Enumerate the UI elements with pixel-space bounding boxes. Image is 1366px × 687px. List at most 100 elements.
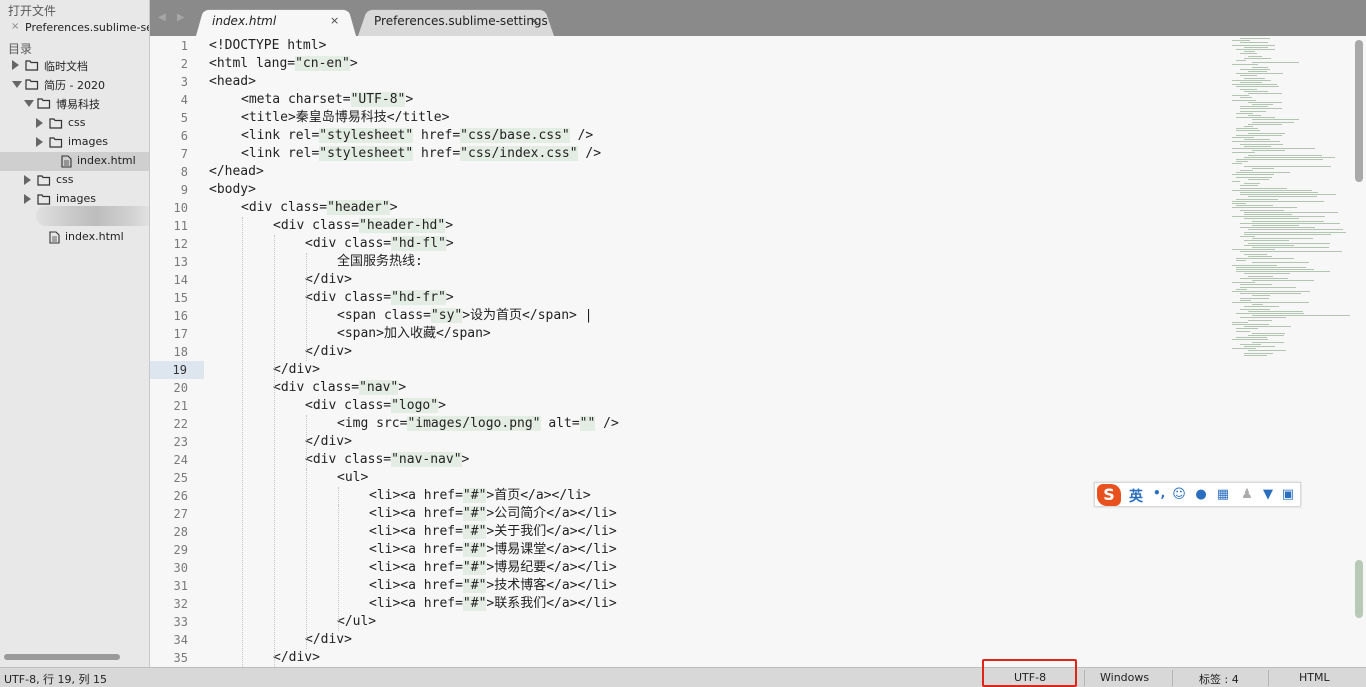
chevron-right-icon[interactable]: [36, 137, 43, 147]
line-number: 19: [150, 361, 204, 379]
code-line[interactable]: <link rel="stylesheet" href="css/index.c…: [241, 145, 601, 163]
user-icon[interactable]: ♟: [1240, 488, 1254, 502]
file-icon: [61, 155, 72, 171]
code-line[interactable]: </ul>: [337, 613, 376, 631]
ime-mode-toggle[interactable]: 英: [1129, 486, 1143, 506]
tree-item-label: images: [56, 192, 96, 205]
line-number: 30: [173, 561, 188, 575]
tree-folder-item[interactable]: 博易科技: [0, 94, 149, 113]
close-icon[interactable]: ×: [330, 14, 339, 27]
mic-icon[interactable]: ●: [1194, 488, 1208, 502]
code-line[interactable]: </div>: [305, 631, 352, 649]
code-editor[interactable]: 1 2 3 4 5 6 7 8 9 10 11 12 13 14 15 16 17 18 19 20 21 22 23 24 2…: [150, 36, 1366, 667]
code-line[interactable]: </head>: [209, 163, 264, 181]
tree-folder-item[interactable]: 简历 - 2020: [0, 75, 149, 94]
code-line[interactable]: <div class="nav-nav">: [305, 451, 469, 469]
code-line[interactable]: <div class="header-hd">: [273, 217, 453, 235]
tab-index-html[interactable]: index.html ×: [196, 7, 356, 36]
code-line[interactable]: <li><a href="#">博易纪要</a></li>: [369, 559, 617, 577]
line-number: 27: [173, 507, 188, 521]
code-line[interactable]: <title>秦皇岛博易科技</title>: [241, 109, 449, 127]
tree-file-item[interactable]: index.html: [0, 152, 149, 171]
tree-item-label: 博易科技: [56, 98, 100, 111]
line-number: 35: [173, 651, 188, 665]
code-line[interactable]: <span>加入收藏</span>: [337, 325, 491, 343]
code-line[interactable]: </div>: [273, 649, 320, 667]
code-line[interactable]: <div class="logo">: [305, 397, 446, 415]
emoji-icon[interactable]: ☺: [1172, 488, 1186, 502]
code-line[interactable]: </div>: [273, 361, 320, 379]
open-file-item[interactable]: × Preferences.sublime-settings: [0, 19, 149, 37]
tree-item-label: 临时文档: [44, 60, 88, 73]
indentation-button[interactable]: 标签 : 4: [1199, 671, 1239, 687]
chevron-right-icon[interactable]: [24, 175, 31, 185]
tree-folder-item[interactable]: css: [0, 171, 149, 190]
code-line[interactable]: <html lang="cn-en">: [209, 55, 358, 73]
open-file-label: Preferences.sublime-settings: [25, 21, 149, 34]
scroll-indicator[interactable]: [1355, 560, 1363, 618]
status-bar: UTF-8, 行 19, 列 15 UTF-8 Windows 标签 : 4 H…: [0, 667, 1366, 687]
code-line[interactable]: 全国服务热线:: [337, 253, 423, 271]
close-icon[interactable]: ×: [11, 21, 19, 32]
tab-nav-arrows[interactable]: ◀ ▶: [158, 12, 189, 23]
line-number: 9: [180, 183, 188, 197]
syntax-button[interactable]: HTML: [1299, 671, 1330, 684]
skin-icon[interactable]: ▼: [1261, 488, 1275, 502]
code-line[interactable]: <span class="sy">设为首页</span> |: [337, 307, 593, 325]
tree-folder-item[interactable]: css: [0, 114, 149, 133]
input-method-toolbar[interactable]: S 英 •, ☺ ● ▦ ♟ ▼ ▣: [1094, 482, 1301, 507]
chevron-right-icon[interactable]: [24, 194, 31, 204]
line-number: 2: [180, 57, 188, 71]
code-line[interactable]: <ul>: [337, 469, 368, 487]
tree-folder-item[interactable]: 临时文档: [0, 56, 149, 75]
sidebar: 打开文件 × Preferences.sublime-settings 目录 临…: [0, 0, 150, 667]
code-line[interactable]: <li><a href="#">关于我们</a></li>: [369, 523, 617, 541]
code-line[interactable]: <li><a href="#">公司简介</a></li>: [369, 505, 617, 523]
code-line[interactable]: <meta charset="UTF-8">: [241, 91, 413, 109]
vertical-scrollbar[interactable]: [1355, 40, 1363, 182]
chevron-right-icon[interactable]: [36, 118, 43, 128]
tab-preferences[interactable]: Preferences.sublime-settings ×: [358, 7, 554, 36]
line-number: 14: [173, 273, 188, 287]
chevron-down-icon[interactable]: [12, 81, 22, 88]
code-line[interactable]: </div>: [305, 343, 352, 361]
line-endings-button[interactable]: Windows: [1100, 671, 1149, 684]
close-icon[interactable]: ×: [530, 14, 539, 27]
line-number: 17: [173, 327, 188, 341]
code-line[interactable]: </div>: [305, 433, 352, 451]
code-line[interactable]: <li><a href="#">首页</a></li>: [369, 487, 591, 505]
line-number: 22: [173, 417, 188, 431]
grid-icon[interactable]: ▣: [1281, 488, 1295, 502]
code-line[interactable]: <li><a href="#">技术博客</a></li>: [369, 577, 617, 595]
chevron-right-icon[interactable]: [12, 60, 19, 70]
line-number: 21: [173, 399, 188, 413]
sidebar-scrollbar[interactable]: [4, 654, 120, 660]
tree-item-label: 简历 - 2020: [44, 79, 105, 92]
code-line[interactable]: <body>: [209, 181, 256, 199]
code-line[interactable]: <link rel="stylesheet" href="css/base.cs…: [241, 127, 593, 145]
line-number: 16: [173, 309, 188, 323]
ime-punct-toggle[interactable]: •,: [1153, 486, 1165, 500]
code-line[interactable]: <div class="header">: [241, 199, 398, 217]
sogou-logo-icon[interactable]: S: [1097, 484, 1121, 506]
code-line[interactable]: <div class="hd-fr">: [305, 289, 454, 307]
code-line[interactable]: <!DOCTYPE html>: [209, 37, 326, 55]
chevron-down-icon[interactable]: [24, 100, 34, 107]
code-line[interactable]: <li><a href="#">博易课堂</a></li>: [369, 541, 617, 559]
line-number: 34: [173, 633, 188, 647]
tree-file-item[interactable]: index.html: [0, 228, 149, 247]
line-number: 10: [173, 201, 188, 215]
tree-folder-item[interactable]: images: [0, 133, 149, 152]
code-line[interactable]: <li><a href="#">联系我们</a></li>: [369, 595, 617, 613]
code-line[interactable]: <div class="nav">: [273, 379, 406, 397]
code-line[interactable]: <div class="hd-fl">: [305, 235, 454, 253]
line-number: 31: [173, 579, 188, 593]
code-line[interactable]: <img src="images/logo.png" alt="" />: [337, 415, 619, 433]
line-number: 20: [173, 381, 188, 395]
code-line[interactable]: <head>: [209, 73, 256, 91]
keyboard-icon[interactable]: ▦: [1216, 488, 1230, 502]
code-line[interactable]: </div>: [305, 271, 352, 289]
tree-item-label: css: [56, 173, 74, 186]
minimap[interactable]: [1232, 36, 1351, 366]
line-number: 3: [180, 75, 188, 89]
